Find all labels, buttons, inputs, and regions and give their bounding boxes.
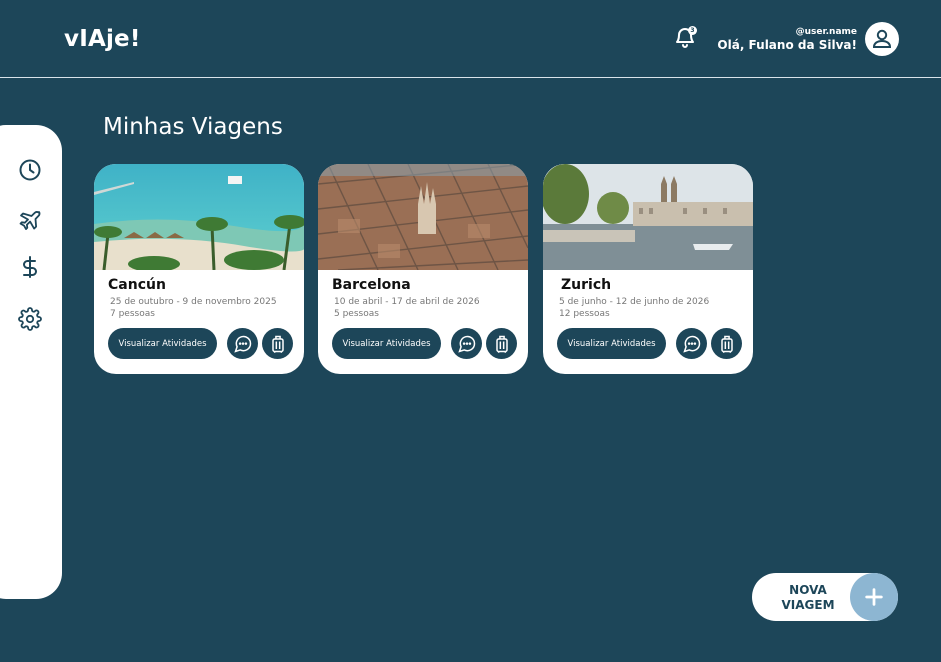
trip-dates: 5 de junho - 12 de junho de 2026 <box>559 297 710 307</box>
greeting: Olá, Fulano da Silva! <box>717 38 857 52</box>
chat-bubble-icon <box>682 335 700 353</box>
luggage-icon <box>720 335 733 353</box>
new-trip-label: NOVA VIAGEM <box>772 583 844 613</box>
sidebar <box>0 125 62 599</box>
view-activities-button[interactable]: Visualizar Atividades <box>108 328 217 359</box>
luggage-button[interactable] <box>711 328 742 359</box>
dollar-icon[interactable] <box>18 255 42 279</box>
trip-city: Zurich <box>561 277 612 293</box>
user-info: @user.name Olá, Fulano da Silva! <box>717 27 857 53</box>
user-icon <box>872 29 892 48</box>
gear-icon[interactable] <box>18 307 42 331</box>
trip-people: 12 pessoas <box>559 309 610 319</box>
luggage-button[interactable] <box>262 328 293 359</box>
notification-badge: 3 <box>688 26 697 35</box>
trip-dates: 10 de abril - 17 de abril de 2026 <box>334 297 480 307</box>
trip-photo-zurich <box>543 164 753 270</box>
trip-dates: 25 de outubro - 9 de novembro 2025 <box>110 297 277 307</box>
trip-people: 7 pessoas <box>110 309 155 319</box>
view-activities-button[interactable]: Visualizar Atividades <box>557 328 666 359</box>
trip-city: Cancún <box>108 277 166 293</box>
trip-people: 5 pessoas <box>334 309 379 319</box>
plus-icon[interactable] <box>850 573 898 621</box>
new-trip-label-line2: VIAGEM <box>781 598 835 612</box>
new-trip-label-line1: NOVA <box>789 583 827 597</box>
chat-bubble-icon <box>457 335 475 353</box>
chat-button[interactable] <box>451 328 482 359</box>
app-logo[interactable]: vIAje! <box>64 26 141 52</box>
page-title: Minhas Viagens <box>103 114 283 140</box>
view-activities-button[interactable]: Visualizar Atividades <box>332 328 441 359</box>
username: @user.name <box>795 27 857 37</box>
airplane-icon[interactable] <box>18 209 42 233</box>
luggage-icon <box>271 335 284 353</box>
clock-icon[interactable] <box>18 158 42 182</box>
chat-button[interactable] <box>227 328 258 359</box>
trip-city: Barcelona <box>332 277 411 293</box>
trip-photo-cancun <box>94 164 304 270</box>
chat-button[interactable] <box>676 328 707 359</box>
luggage-icon <box>495 335 508 353</box>
chat-bubble-icon <box>233 335 251 353</box>
trip-card-zurich[interactable]: Zurich 5 de junho - 12 de junho de 2026 … <box>543 164 753 374</box>
luggage-button[interactable] <box>486 328 517 359</box>
avatar[interactable] <box>865 22 899 56</box>
trip-photo-barcelona <box>318 164 528 270</box>
top-bar: vIAje! 3 @user.name Olá, Fulano da Silva… <box>0 0 941 78</box>
trip-card-cancun[interactable]: Cancún 25 de outubro - 9 de novembro 202… <box>94 164 304 374</box>
trip-card-barcelona[interactable]: Barcelona 10 de abril - 17 de abril de 2… <box>318 164 528 374</box>
new-trip-button[interactable]: NOVA VIAGEM <box>752 573 898 621</box>
